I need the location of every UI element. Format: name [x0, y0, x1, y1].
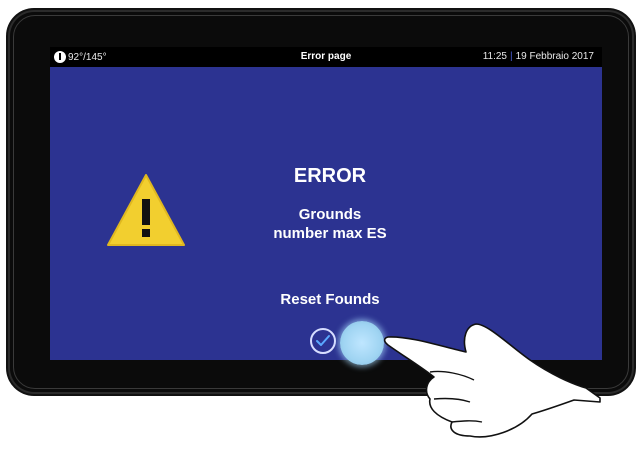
date-time: 11:25 | 19 Febbraio 2017 [483, 51, 594, 62]
reset-label: Reset Founds [280, 291, 380, 308]
status-bar: 92°/145° Error page 11:25 | 19 Febbraio 20… [50, 47, 602, 67]
confirm-reset-button[interactable] [310, 328, 336, 354]
error-message: Grounds number max ES [230, 205, 430, 243]
date-value: 19 Febbraio 2017 [515, 51, 594, 62]
error-heading: ERROR [293, 165, 367, 187]
warning-icon [107, 174, 185, 246]
touch-highlight [340, 321, 384, 365]
time-value: 11:25 [482, 51, 507, 62]
error-message-line1: Grounds [298, 206, 362, 223]
checkmark-icon [316, 335, 330, 346]
error-message-line2: number max ES [273, 225, 387, 242]
time-date-separator: | [509, 51, 513, 62]
